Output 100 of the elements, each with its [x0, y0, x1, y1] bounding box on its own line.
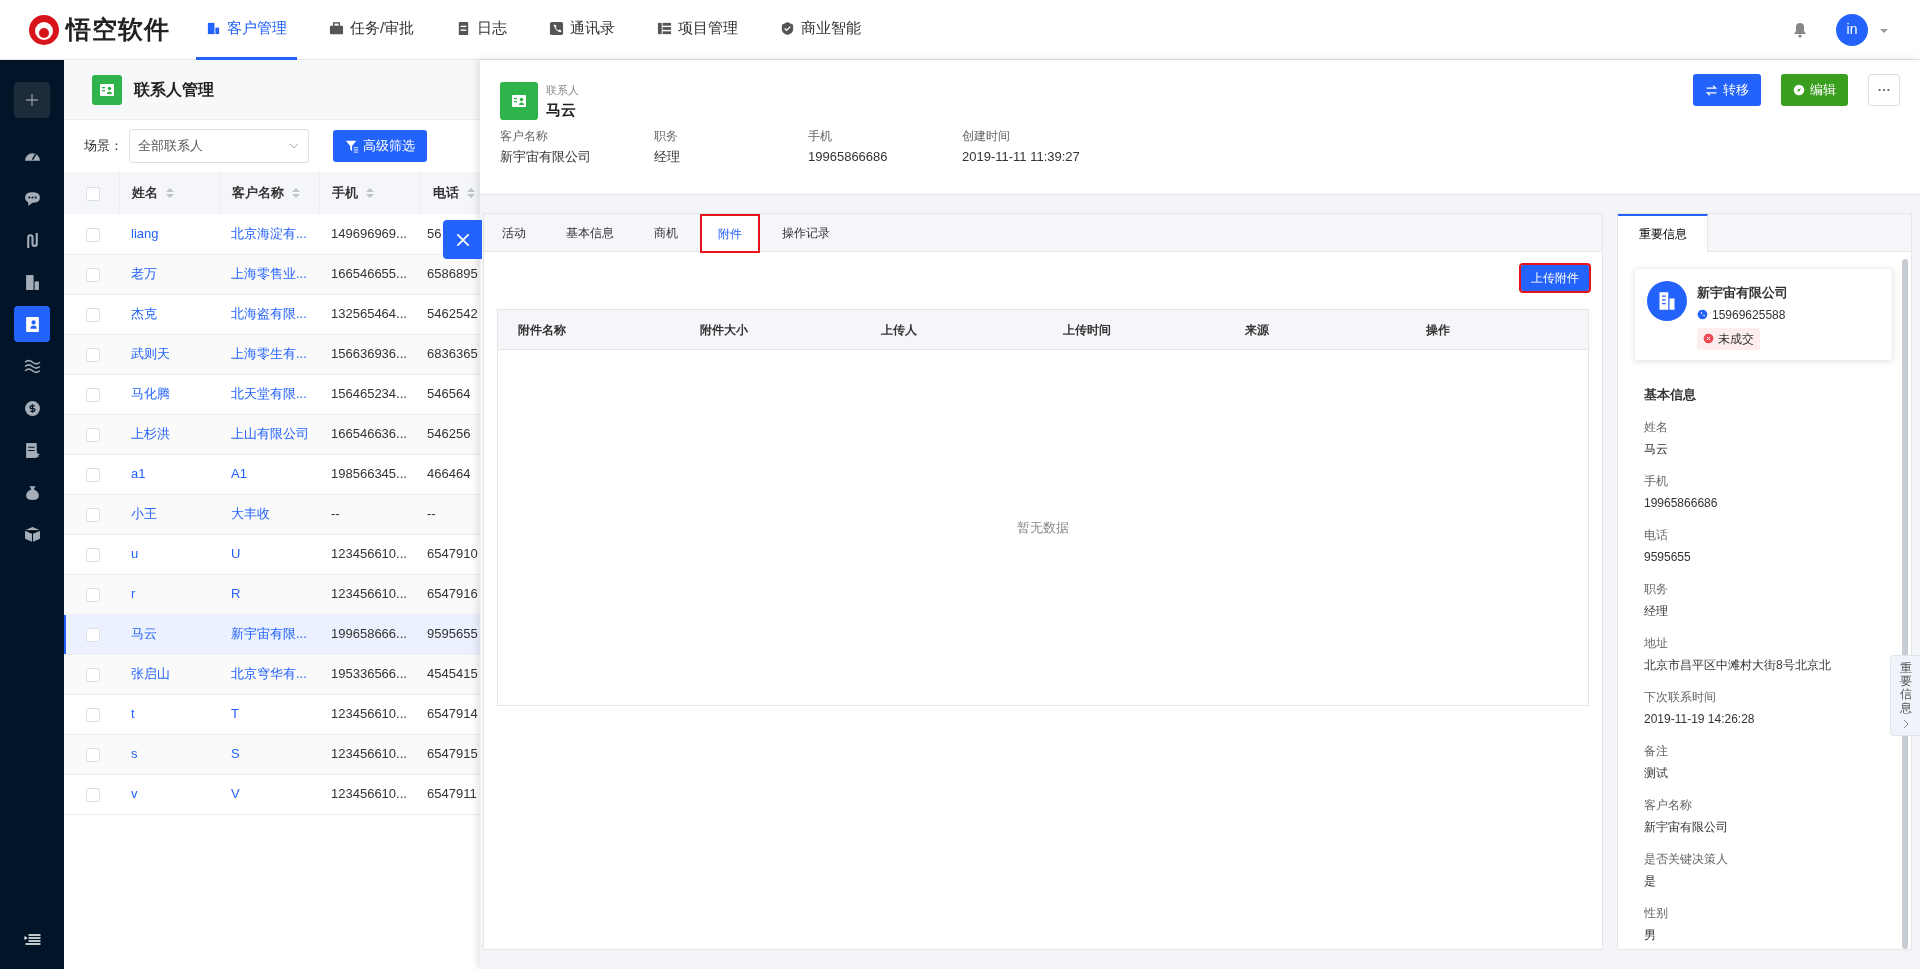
sort-icon[interactable] [165, 187, 174, 199]
column-header[interactable]: 手机 [331, 183, 358, 203]
contact-name-link[interactable]: 张启山 [131, 666, 170, 682]
table-row[interactable]: 马云 新宇宙有限... 199658666... 9595655 [64, 614, 480, 654]
nav-tab[interactable]: 日志 [446, 0, 518, 60]
row-checkbox[interactable] [86, 747, 100, 762]
company-icon [1647, 281, 1687, 321]
contact-name-link[interactable]: 马云 [131, 626, 157, 642]
table-cell: 123456610... [331, 546, 407, 562]
contact-name-link[interactable]: 武则天 [131, 346, 170, 362]
row-checkbox[interactable] [86, 267, 100, 282]
row-checkbox[interactable] [86, 707, 100, 722]
sort-icon[interactable] [466, 187, 475, 199]
detail-tab[interactable]: 基本信息 [548, 214, 632, 252]
row-checkbox[interactable] [86, 507, 100, 522]
scene-label: 场景： [84, 137, 123, 156]
add-button[interactable] [14, 82, 50, 118]
contact-name-link[interactable]: t [131, 706, 135, 722]
customer-link[interactable]: T [231, 706, 239, 722]
more-button[interactable] [1868, 74, 1900, 106]
table-cell: 123456610... [331, 586, 407, 602]
contact-name-link[interactable]: v [131, 786, 138, 802]
nav-tab[interactable]: 项目管理 [647, 0, 749, 60]
customer-link[interactable]: 北海盗有限... [231, 306, 307, 322]
customer-link[interactable]: 北天堂有限... [231, 386, 307, 402]
contact-name-link[interactable]: 小王 [131, 506, 157, 522]
row-checkbox[interactable] [86, 587, 100, 602]
customer-link[interactable]: A1 [231, 466, 247, 482]
compass-icon [1793, 84, 1805, 96]
field-label: 电话 [1644, 527, 1669, 544]
detail-tab[interactable]: 附件 [700, 214, 760, 253]
document-icon [23, 441, 41, 459]
contact-name-link[interactable]: s [131, 746, 138, 762]
table-row[interactable]: 上杉洪 上山有限公司 166546636... 546256 [64, 414, 480, 454]
detail-tab[interactable]: 商机 [636, 214, 696, 252]
row-checkbox[interactable] [86, 467, 100, 482]
contact-name-link[interactable]: r [131, 586, 136, 602]
customer-link[interactable]: R [231, 586, 241, 602]
contact-name-link[interactable]: 马化腾 [131, 386, 170, 402]
customer-link[interactable]: 大丰收 [231, 506, 270, 522]
close-button[interactable] [443, 220, 482, 259]
scene-select[interactable]: 全部联系人 [129, 129, 309, 163]
column-header: 来源 [1243, 321, 1270, 339]
row-checkbox[interactable] [86, 667, 100, 682]
table-row[interactable]: 武则天 上海零生有... 156636936... 6836365 [64, 334, 480, 374]
table-row[interactable]: s S 123456610... 6547915 [64, 734, 480, 774]
upload-button[interactable]: 上传附件 [1521, 265, 1589, 291]
customer-link[interactable]: 北京海淀有... [231, 226, 307, 241]
row-checkbox[interactable] [86, 387, 100, 402]
transfer-button[interactable]: 转移 [1693, 74, 1761, 106]
field-label: 客户名称 [500, 128, 549, 145]
nav-tab[interactable]: 通讯录 [539, 0, 626, 60]
row-checkbox[interactable] [86, 787, 100, 802]
table-cell: 6547915 [427, 746, 478, 762]
column-header: 操作 [1425, 321, 1452, 339]
bell-icon[interactable] [1792, 21, 1808, 38]
contact-name-link[interactable]: 杰克 [131, 306, 157, 322]
row-checkbox[interactable] [86, 227, 100, 242]
row-checkbox[interactable] [86, 307, 100, 322]
sidebar-item[interactable] [14, 306, 50, 342]
edit-button[interactable]: 编辑 [1781, 74, 1848, 106]
nav-tab[interactable]: 商业智能 [770, 0, 872, 60]
contact-name-link[interactable]: a1 [131, 466, 146, 482]
table-cell: 6586895 [427, 266, 478, 282]
shield-icon [780, 20, 796, 36]
row-checkbox[interactable] [86, 627, 100, 642]
table-row[interactable]: r R 123456610... 6547916 [64, 574, 480, 614]
customer-link[interactable]: U [231, 546, 241, 562]
field-value: 9595655 [1644, 549, 1692, 566]
side-tab[interactable]: 重要信息 [1890, 655, 1920, 736]
nav-tab[interactable]: 任务/审批 [319, 0, 425, 60]
record-type: 联系人 [546, 83, 579, 98]
panel-tab[interactable]: 重要信息 [1618, 214, 1708, 252]
filter-button[interactable]: 高级筛选 [333, 130, 427, 162]
sort-icon[interactable] [365, 187, 374, 199]
phone-number: 15969625588 [1712, 306, 1786, 324]
column-header[interactable]: 姓名 [131, 183, 158, 203]
row-checkbox[interactable] [86, 427, 100, 442]
field-value: 经理 [654, 148, 681, 166]
avatar[interactable]: in [1836, 13, 1868, 46]
sort-icon[interactable] [291, 187, 300, 199]
table-row[interactable]: 小王 大丰收 -- -- [64, 494, 480, 534]
contact-name-link[interactable]: 老万 [131, 266, 157, 282]
contact-name-link[interactable]: 上杉洪 [131, 426, 170, 442]
chat-icon [23, 189, 41, 207]
table-cell: 56 [427, 226, 442, 241]
contact-name-link[interactable]: liang [131, 226, 159, 241]
row-checkbox[interactable] [86, 347, 100, 362]
filter-icon [345, 139, 359, 153]
customer-link[interactable]: S [231, 746, 240, 762]
select-all-checkbox[interactable] [86, 186, 100, 201]
row-checkbox[interactable] [86, 547, 100, 562]
table-row[interactable]: 老万 上海零售业... 166546655... 6586895 [64, 254, 480, 294]
table-cell: 5462542 [427, 306, 478, 322]
table-row[interactable]: 张启山 北京穹华有... 195336566... 4545415 [64, 654, 480, 694]
detail-tab[interactable]: 操作记录 [764, 214, 848, 252]
contact-name-link[interactable]: u [131, 546, 139, 562]
detail-tab[interactable]: 活动 [484, 214, 544, 252]
money-bag-icon [23, 483, 41, 501]
customer-link[interactable]: V [231, 786, 240, 802]
